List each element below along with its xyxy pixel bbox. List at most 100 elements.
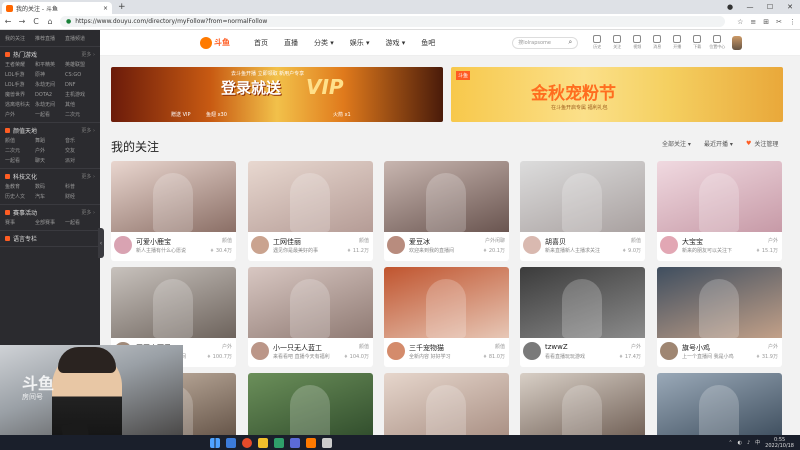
sidebar-link[interactable]: 直播频道 bbox=[65, 35, 95, 43]
nav-entertainment[interactable]: 娱乐 ▾ bbox=[350, 38, 370, 48]
streamer-avatar[interactable] bbox=[523, 342, 541, 360]
header-history-button[interactable]: 历史 bbox=[590, 35, 604, 50]
nav-yuba[interactable]: 鱼吧 bbox=[421, 38, 435, 48]
streamer-avatar[interactable] bbox=[251, 342, 269, 360]
sidebar-item[interactable]: 户外 bbox=[5, 111, 35, 119]
taskbar-app-icon[interactable] bbox=[290, 437, 300, 448]
nav-live[interactable]: 直播 bbox=[284, 38, 298, 48]
network-icon[interactable]: ◐ bbox=[738, 440, 742, 446]
streamer-avatar[interactable] bbox=[660, 342, 678, 360]
sidebar-item[interactable]: 其他 bbox=[65, 101, 95, 109]
sidebar-link[interactable]: 我的关注 bbox=[5, 35, 35, 43]
search-input[interactable]: 搜lolrapsome ⌕ bbox=[512, 36, 579, 49]
streamer-avatar[interactable] bbox=[114, 236, 132, 254]
screenshot-icon[interactable]: ✂ bbox=[776, 18, 782, 26]
new-tab-button[interactable]: + bbox=[118, 2, 126, 12]
sidebar-collapse-button[interactable]: ‹ bbox=[98, 228, 104, 258]
stream-thumbnail[interactable] bbox=[384, 267, 509, 338]
search-icon[interactable]: ⌕ bbox=[568, 38, 572, 47]
taskbar-app-icon[interactable] bbox=[226, 437, 236, 448]
taskbar-app-icon[interactable] bbox=[242, 437, 252, 448]
sidebar-item[interactable]: 逃离塔科夫 bbox=[5, 101, 35, 109]
autumn-fan-festival-banner[interactable]: 斗鱼 金秋宠粉节 在斗鱼开启专属 福利礼包 bbox=[451, 67, 783, 122]
sidebar-item[interactable]: 和平精英 bbox=[35, 61, 65, 69]
system-clock[interactable]: 0:55 2022/10/18 bbox=[765, 437, 794, 449]
recent-live-dropdown[interactable]: 最近开播 ▾ bbox=[704, 139, 733, 148]
streamer-avatar[interactable] bbox=[387, 342, 405, 360]
close-window-button[interactable]: ✕ bbox=[780, 0, 800, 14]
stream-thumbnail[interactable] bbox=[111, 161, 236, 232]
sidebar-item[interactable]: 历史人文 bbox=[5, 193, 35, 201]
sidebar-item[interactable]: 永劫无间 bbox=[35, 81, 65, 89]
stream-thumbnail[interactable] bbox=[248, 161, 373, 232]
streamer-name[interactable]: tzwwZ bbox=[545, 343, 615, 351]
header-message-button[interactable]: 消息 bbox=[650, 35, 664, 50]
forward-button[interactable]: → bbox=[18, 17, 26, 26]
live-room-card[interactable] bbox=[657, 373, 782, 444]
sidebar-item[interactable]: 王者荣耀 bbox=[5, 61, 35, 69]
taskbar-app-icon[interactable] bbox=[274, 437, 284, 448]
douyu-logo[interactable]: 斗鱼 bbox=[200, 36, 236, 50]
back-button[interactable]: ← bbox=[4, 17, 12, 26]
sidebar-item[interactable]: LOL手游 bbox=[5, 71, 35, 79]
stream-thumbnail[interactable] bbox=[520, 373, 645, 444]
live-room-card[interactable]: tzwwZ 看看直播玩玩游戏 户外 17.4万 bbox=[520, 267, 645, 367]
sidebar-group-header[interactable]: 科技文化 更多 › bbox=[5, 172, 95, 181]
sidebar-item[interactable]: 主机游戏 bbox=[65, 91, 95, 99]
nav-games[interactable]: 游戏 ▾ bbox=[386, 38, 406, 48]
stream-thumbnail[interactable] bbox=[520, 267, 645, 338]
sidebar-item[interactable]: DNF bbox=[65, 81, 95, 89]
minimize-button[interactable]: — bbox=[740, 0, 760, 14]
ime-icon[interactable]: 中 bbox=[755, 439, 760, 446]
nav-category[interactable]: 分类 ▾ bbox=[314, 38, 334, 48]
stream-thumbnail[interactable] bbox=[657, 267, 782, 338]
sidebar-item[interactable]: 英雄联盟 bbox=[65, 61, 95, 69]
live-room-card[interactable] bbox=[384, 373, 509, 444]
live-room-card[interactable]: 工网佳丽遇见你是最美好的事 颜值 11.2万 bbox=[248, 161, 373, 261]
sidebar-item[interactable]: LOL手游 bbox=[5, 81, 35, 89]
sidebar-more-link[interactable]: 更多 › bbox=[81, 173, 95, 180]
sidebar-item[interactable]: 汽车 bbox=[35, 193, 65, 201]
reload-button[interactable]: C bbox=[32, 17, 40, 26]
sidebar-item[interactable]: 赛事 bbox=[5, 219, 35, 227]
header-upgrade-button[interactable]: 开播 bbox=[670, 35, 684, 50]
sidebar-item[interactable]: 派对 bbox=[65, 157, 95, 165]
follow-sort-dropdown[interactable]: 全部关注 ▾ bbox=[662, 139, 691, 148]
maximize-button[interactable]: ☐ bbox=[760, 0, 780, 14]
sidebar-item[interactable]: 全部赛事 bbox=[35, 219, 65, 227]
header-video-button[interactable]: 视频 bbox=[630, 35, 644, 50]
stream-thumbnail[interactable] bbox=[248, 267, 373, 338]
sidebar-item[interactable]: DOTA2 bbox=[35, 91, 65, 99]
sidebar-group-header[interactable]: 语言专栏 bbox=[5, 234, 95, 243]
live-room-card[interactable]: 可爱小鹿宝新人主播有什么心愿说 颜值 30.4万 bbox=[111, 161, 236, 261]
live-room-card[interactable]: 胡喜贝新来直播新人主播求关注 颜值 9.0万 bbox=[520, 161, 645, 261]
sidebar-group-header[interactable]: 热门游戏 更多 › bbox=[5, 50, 95, 59]
live-room-card[interactable]: 大宝宝新来的朋友可以关注下 户外 15.1万 bbox=[657, 161, 782, 261]
taskbar-app-icon[interactable] bbox=[322, 437, 332, 448]
sidebar-item[interactable]: 音乐 bbox=[65, 137, 95, 145]
header-follow-button[interactable]: 关注 bbox=[610, 35, 624, 50]
streamer-avatar[interactable] bbox=[387, 236, 405, 254]
live-room-card[interactable]: 小一只无人蓝工来看看吧 直播今天有福利 颜值 104.0万 bbox=[248, 267, 373, 367]
header-download-button[interactable]: 下载 bbox=[690, 35, 704, 50]
menu-icon[interactable]: ≡ bbox=[750, 18, 756, 26]
live-room-card[interactable] bbox=[248, 373, 373, 444]
browser-tab[interactable]: 我的关注 - 斗鱼 × bbox=[2, 2, 112, 14]
streamer-name[interactable]: 大宝宝 bbox=[682, 237, 752, 247]
sidebar-item[interactable]: 一起看 bbox=[5, 157, 35, 165]
streamer-avatar[interactable] bbox=[660, 236, 678, 254]
live-room-card[interactable]: 三千宠物猫全新内容 好好学习 颜值 81.0万 bbox=[384, 267, 509, 367]
sidebar-item[interactable]: 原神 bbox=[35, 71, 65, 79]
stream-thumbnail[interactable] bbox=[111, 267, 236, 338]
sidebar-item[interactable]: 永劫无间 bbox=[35, 101, 65, 109]
sidebar-more-link[interactable]: 更多 › bbox=[81, 209, 95, 216]
streamer-name[interactable]: 爱豆冰 bbox=[409, 237, 479, 247]
sidebar-more-link[interactable]: 更多 › bbox=[81, 127, 95, 134]
profile-icon[interactable]: ● bbox=[720, 0, 740, 14]
streamer-avatar[interactable] bbox=[523, 236, 541, 254]
home-button[interactable]: ⌂ bbox=[46, 17, 54, 26]
sidebar-item[interactable]: 数码 bbox=[35, 183, 65, 191]
stream-thumbnail[interactable] bbox=[248, 373, 373, 444]
sidebar-group-header[interactable]: 颜值天地 更多 › bbox=[5, 126, 95, 135]
stream-thumbnail[interactable] bbox=[657, 161, 782, 232]
